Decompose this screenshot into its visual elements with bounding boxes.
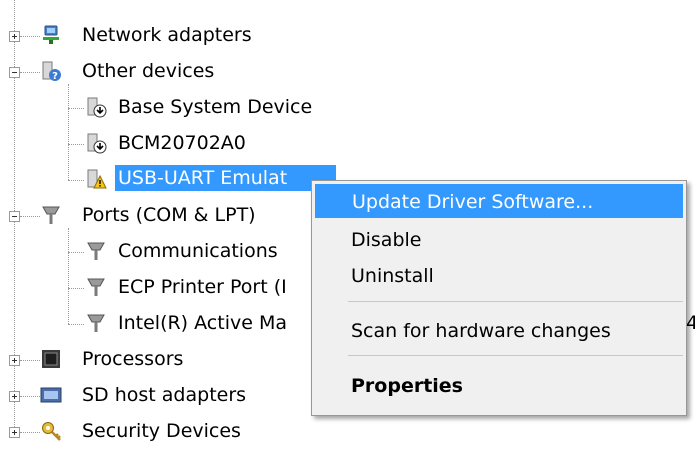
collapse-ports-button[interactable] (9, 211, 20, 222)
security-key-icon (40, 420, 62, 442)
tree-item-communications-port[interactable]: Communications (115, 238, 281, 264)
unknown-device-icon: ? (40, 60, 62, 82)
tree-item-security-devices[interactable]: Security Devices (79, 418, 244, 444)
tree-item-other-devices[interactable]: Other devices (79, 58, 217, 84)
svg-text:?: ? (52, 71, 58, 82)
processor-icon (40, 348, 62, 370)
menu-item-update-driver-software[interactable]: Update Driver Software... (315, 184, 683, 218)
context-menu: Update Driver Software... Disable Uninst… (311, 180, 687, 416)
serial-port-icon (85, 276, 107, 298)
tree-connector-line (68, 108, 84, 109)
collapse-other-devices-button[interactable] (9, 67, 20, 78)
tree-connector-line (20, 72, 40, 73)
expand-sd-host-adapters-button[interactable] (9, 391, 20, 402)
tree-connector-line (20, 360, 40, 361)
network-adapter-icon (40, 24, 62, 46)
tree-item-ecp-printer-port[interactable]: ECP Printer Port (I (115, 274, 290, 300)
expand-processors-button[interactable] (9, 355, 20, 366)
tree-connector-line (68, 228, 69, 324)
tree-connector-line (68, 144, 84, 145)
tree-item-network-adapters[interactable]: Network adapters (79, 22, 255, 48)
tree-connector-line (20, 432, 40, 433)
tree-connector-line (68, 180, 84, 181)
tree-item-bcm20702a0[interactable]: BCM20702A0 (115, 130, 249, 156)
tree-item-base-system-device[interactable]: Base System Device (115, 94, 315, 120)
menu-item-disable[interactable]: Disable (315, 223, 683, 257)
tree-item-usb-uart-emulator[interactable]: USB-UART Emulat (115, 165, 336, 191)
device-download-icon (85, 96, 107, 118)
tree-item-sd-host-adapters[interactable]: SD host adapters (79, 382, 249, 408)
menu-item-uninstall[interactable]: Uninstall (315, 259, 683, 293)
tree-connector-line (20, 216, 40, 217)
expand-security-devices-button[interactable] (9, 427, 20, 438)
serial-port-icon (85, 240, 107, 262)
tree-item-intel-active-management[interactable]: Intel(R) Active Ma (115, 310, 290, 336)
tree-connector-line (68, 324, 84, 325)
tree-item-ports[interactable]: Ports (COM & LPT) (79, 202, 259, 228)
menu-item-properties[interactable]: Properties (315, 369, 683, 403)
tree-item-intel-tail-text: 4) (686, 312, 695, 334)
tree-connector-line (20, 396, 40, 397)
tree-connector-line (68, 252, 84, 253)
tree-connector-line (20, 36, 40, 37)
tree-item-processors[interactable]: Processors (79, 346, 186, 372)
serial-port-icon (85, 312, 107, 334)
sd-host-icon (40, 384, 62, 406)
device-download-icon (85, 132, 107, 154)
expand-network-adapters-button[interactable] (9, 31, 20, 42)
tree-connector-line (68, 84, 69, 180)
serial-port-icon (40, 204, 62, 226)
menu-item-scan-for-hardware-changes[interactable]: Scan for hardware changes (315, 314, 683, 348)
tree-connector-line (68, 288, 84, 289)
warning-icon (85, 168, 107, 190)
menu-separator (348, 355, 683, 356)
menu-separator (348, 301, 683, 302)
device-tree[interactable]: Network adapters ? Other devices Base Sy… (0, 0, 695, 452)
